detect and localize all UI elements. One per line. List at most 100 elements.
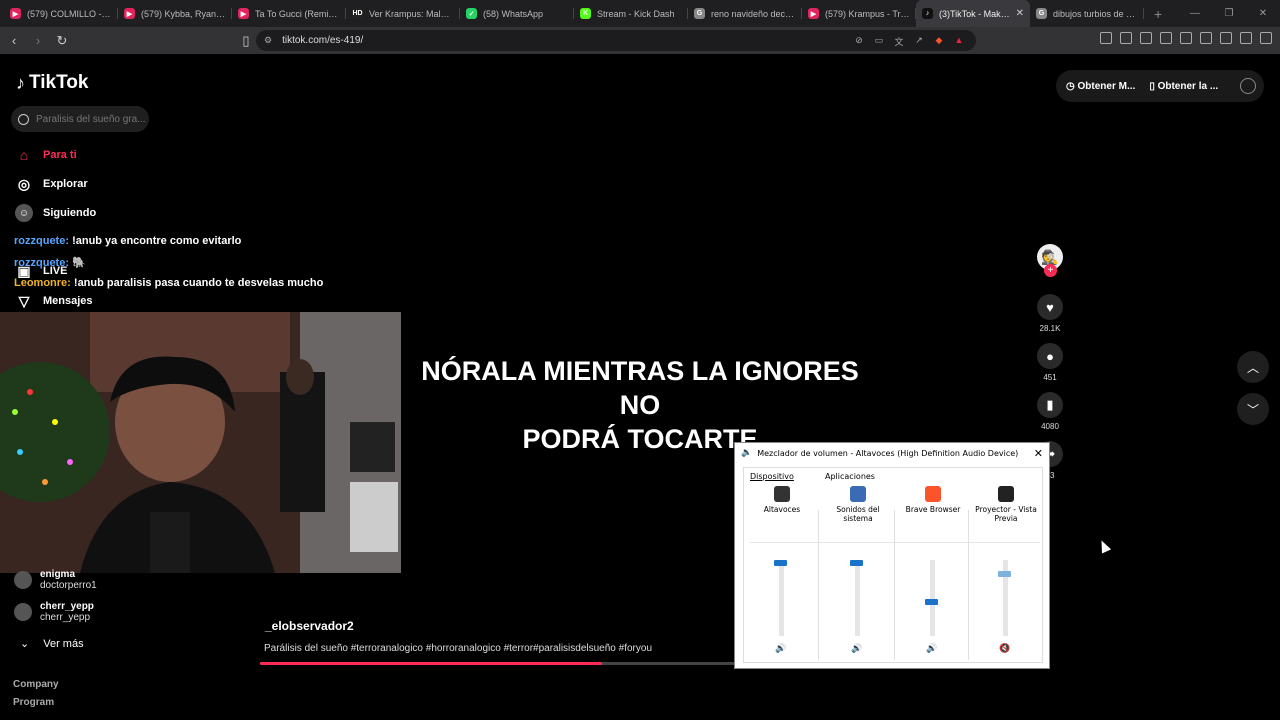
brave-shield-icon[interactable]: ◆ <box>932 35 946 47</box>
mixer-titlebar: 🔈 Mezclador de volumen - Altavoces (High… <box>735 443 1049 463</box>
url-action-icons: ⊘ ▭ 文 ↗ ◆ ▲ <box>852 30 966 51</box>
caption-line: NÓRALA MIENTRAS LA IGNORES NO <box>421 356 859 420</box>
bookmark-icon[interactable]: ▮ <box>1037 392 1063 418</box>
url-bar[interactable]: ⚙ tiktok.com/es-419/ ⊘ ▭ 文 ↗ ◆ ▲ <box>256 30 976 51</box>
footer-link-company[interactable]: Company <box>13 679 59 690</box>
video-progress-fill <box>260 662 602 665</box>
extension-icon[interactable] <box>1120 32 1132 44</box>
browser-tab[interactable]: ▶ Ta To Gucci (Remix) - G <box>232 0 346 27</box>
chat-message: !anub ya encontre como evitarlo <box>72 235 242 247</box>
url-text[interactable]: tiktok.com/es-419/ <box>282 35 363 46</box>
speaker-icon[interactable]: 🔊 <box>926 644 937 654</box>
reload-icon[interactable]: ↻ <box>52 33 72 49</box>
nav-explore[interactable]: ◎ Explorar <box>15 175 88 193</box>
tab-title: Ta To Gucci (Remix) - G <box>255 8 340 19</box>
suggested-account[interactable]: cherr_yepp cherr_yepp <box>14 601 94 623</box>
browser-tab[interactable]: HD Ver Krampus: Maldita N <box>346 0 460 27</box>
mixer-divider <box>818 510 819 660</box>
creator-avatar[interactable]: 🕵 + <box>1037 244 1063 277</box>
cast-icon[interactable]: ▭ <box>872 35 886 47</box>
volume-slider-thumb[interactable] <box>998 571 1011 577</box>
video-author[interactable]: _elobservador2 <box>265 619 354 633</box>
no-tracking-icon[interactable]: ⊘ <box>852 35 866 47</box>
browser-tab[interactable]: K Stream - Kick Dash <box>574 0 688 27</box>
nav-messages[interactable]: ▽ Mensajes <box>15 292 93 310</box>
search-input[interactable] <box>36 113 146 125</box>
volume-slider[interactable] <box>925 560 938 636</box>
video-progress-bar[interactable] <box>260 662 735 665</box>
share-icon[interactable]: ↗ <box>912 35 926 47</box>
app-icon <box>998 486 1014 502</box>
see-more-button[interactable]: ⌄ Ver más <box>20 637 84 651</box>
restore-icon[interactable]: ❐ <box>1212 8 1246 19</box>
tab-favicon-icon: ♪ <box>922 8 933 19</box>
menu-icon[interactable] <box>1260 32 1272 44</box>
home-icon: ⌂ <box>19 147 29 163</box>
close-window-icon[interactable]: ✕ <box>1246 8 1280 19</box>
vpn-icon[interactable] <box>1240 32 1252 44</box>
tab-title: (3)TikTok - Make Y <box>939 8 1012 19</box>
follow-plus-icon[interactable]: + <box>1044 264 1057 277</box>
extension-icon[interactable] <box>1100 32 1112 44</box>
next-video-button[interactable]: ﹀ <box>1237 393 1269 425</box>
brave-rewards-icon[interactable]: ▲ <box>952 35 966 47</box>
browser-tab[interactable]: Gdibujos turbios de niñ <box>1030 0 1144 27</box>
channel-label: Proyector - Vista Previa <box>975 505 1037 523</box>
site-settings-icon[interactable]: ⚙ <box>264 35 272 46</box>
nav-for-you[interactable]: ⌂ Para ti <box>15 146 77 164</box>
suggested-account[interactable]: enigma doctorperro1 <box>14 569 97 591</box>
tab-favicon-icon: HD <box>352 8 363 19</box>
footer-link-program[interactable]: Program <box>13 697 54 708</box>
tab-title: (579) Kybba, Ryan Cast <box>141 8 226 19</box>
nav-following[interactable]: ☺ Siguiendo <box>15 204 96 222</box>
get-app-button[interactable]: ▯ Obtener la ... <box>1149 81 1218 92</box>
video-caption: NÓRALA MIENTRAS LA IGNORES NO PODRÁ TOCA… <box>400 354 880 456</box>
music-icon[interactable] <box>1160 32 1172 44</box>
forward-icon[interactable]: › <box>28 33 48 48</box>
like-icon[interactable]: ♥ <box>1037 294 1063 320</box>
chevron-up-icon: ︿ <box>1246 360 1259 375</box>
browser-tab[interactable]: Greno navideño decorac <box>688 0 802 27</box>
tiktok-page: ♪ TikTok ⌂ Para ti ◎ Explorar ☺ Siguiend… <box>0 54 1280 720</box>
volume-slider-thumb[interactable] <box>850 560 863 566</box>
chat-message: 🐘 <box>72 257 86 269</box>
volume-slider-thumb[interactable] <box>925 599 938 605</box>
search-box[interactable] <box>11 106 149 132</box>
bookmark-icon[interactable]: ▯ <box>236 33 256 49</box>
speaker-icon[interactable]: 🔊 <box>775 644 786 654</box>
video-description: Parálisis del sueño #terroranalogico #ho… <box>264 643 653 654</box>
translate-icon[interactable]: 文 <box>892 35 906 47</box>
new-tab-button[interactable]: + <box>1154 6 1162 22</box>
volume-slider[interactable] <box>774 560 787 636</box>
browser-tab[interactable]: ▶ (579) Krampus - Tráile <box>802 0 916 27</box>
back-icon[interactable]: ‹ <box>4 33 24 48</box>
close-tab-icon[interactable]: ✕ <box>1016 8 1024 19</box>
get-coins-button[interactable]: ◷ Obtener M... <box>1066 81 1135 92</box>
sidebar-icon[interactable] <box>1180 32 1192 44</box>
previous-video-button[interactable]: ︿ <box>1237 351 1269 383</box>
mixer-title: Mezclador de volumen - Altavoces (High D… <box>757 448 1019 458</box>
close-icon[interactable]: ✕ <box>1034 447 1043 460</box>
browser-tab[interactable]: ▶ (579) Kybba, Ryan Cast <box>118 0 232 27</box>
minimize-icon[interactable]: — <box>1178 8 1212 19</box>
apps-header: Aplicaciones <box>825 472 875 481</box>
tab-separator <box>1143 8 1144 19</box>
volume-slider-thumb[interactable] <box>774 560 787 566</box>
nav-messages-label: Mensajes <box>43 295 93 307</box>
browser-tab[interactable]: ✓ (58) WhatsApp <box>460 0 574 27</box>
volume-slider[interactable] <box>850 560 863 636</box>
extension-icon[interactable] <box>1140 32 1152 44</box>
browser-tab[interactable]: ♪ (3)TikTok - Make Y ✕ <box>916 0 1030 27</box>
comment-icon[interactable]: ● <box>1037 343 1063 369</box>
tab-favicon-icon: K <box>580 8 591 19</box>
wallet-icon[interactable] <box>1200 32 1212 44</box>
mute-icon[interactable]: 🔇 <box>999 644 1010 654</box>
browser-tab[interactable]: ▶ (579) COLMILLO - Taim <box>4 0 118 27</box>
leo-icon[interactable] <box>1220 32 1232 44</box>
tiktok-logo[interactable]: ♪ TikTok <box>16 72 88 94</box>
profile-avatar[interactable] <box>1240 78 1256 94</box>
volume-slider[interactable] <box>998 560 1011 636</box>
mixer-channel: Sonidos del sistema 🔊 <box>822 486 894 660</box>
speaker-icon[interactable]: 🔊 <box>851 644 862 654</box>
nav-following-label: Siguiendo <box>43 207 97 219</box>
